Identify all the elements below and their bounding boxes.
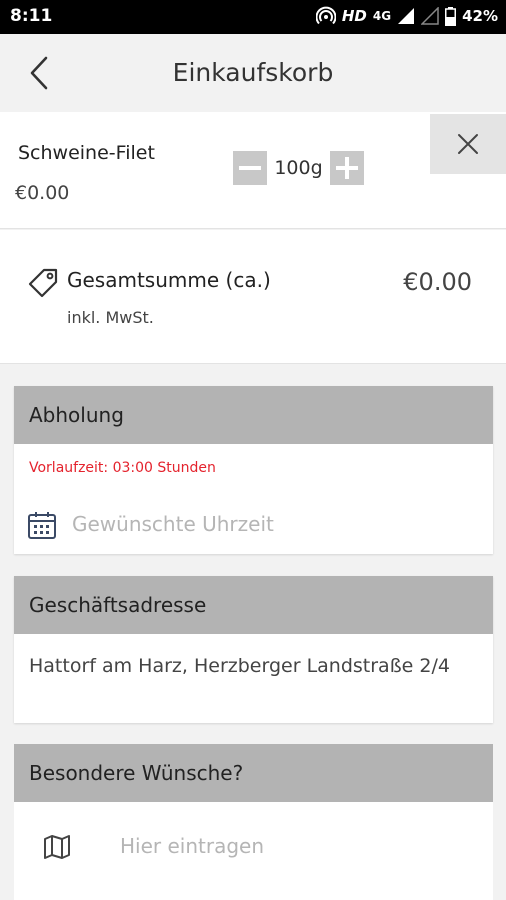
hotspot-icon: [315, 6, 336, 25]
page-title: Einkaufskorb: [172, 58, 334, 87]
total-value: €0.00: [403, 268, 472, 296]
special-requests-card: Besondere Wünsche? Hier eintragen: [14, 744, 493, 900]
remove-item-button[interactable]: [430, 114, 506, 174]
signal-icon: [398, 8, 415, 24]
address-header: Geschäftsadresse: [14, 576, 493, 634]
network-label: HD: [341, 7, 367, 25]
map-icon: [44, 835, 70, 859]
plus-icon-vertical: [345, 157, 349, 179]
battery-label: 42%: [462, 7, 498, 25]
special-requests-input[interactable]: Hier eintragen: [120, 834, 264, 858]
calendar-icon: [28, 512, 56, 539]
pickup-card: Abholung Vorlaufzeit: 03:00 Stunden Gewü…: [14, 386, 493, 554]
minus-icon: [239, 166, 261, 170]
store-address: Hattorf am Harz, Herzberger Landstraße 2…: [29, 655, 450, 677]
network-type-label: 4G: [372, 9, 392, 23]
decrease-button[interactable]: [233, 151, 267, 185]
increase-button[interactable]: [330, 151, 364, 185]
status-time: 8:11: [10, 6, 53, 26]
quantity-stepper: 100g: [233, 150, 364, 186]
address-card: Geschäftsadresse Hattorf am Harz, Herzbe…: [14, 576, 493, 723]
total-section: Gesamtsumme (ca.) inkl. MwSt. €0.00: [0, 230, 506, 364]
status-bar: 8:11 HD 4G 42%: [0, 0, 506, 34]
signal-empty-icon: [421, 7, 439, 25]
close-icon: [458, 134, 478, 154]
item-price: €0.00: [15, 182, 70, 204]
special-requests-header: Besondere Wünsche?: [14, 744, 493, 802]
status-icons: HD 4G 42%: [315, 6, 498, 26]
quantity-value: 100g: [274, 157, 323, 179]
item-name: Schweine-Filet: [18, 142, 155, 164]
app-bar: Einkaufskorb: [0, 34, 506, 112]
desired-time-input[interactable]: Gewünschte Uhrzeit: [72, 512, 274, 536]
battery-icon: [445, 6, 457, 26]
price-tag-icon: [28, 268, 58, 298]
lead-time-notice: Vorlaufzeit: 03:00 Stunden: [29, 460, 216, 476]
pickup-header: Abholung: [14, 386, 493, 444]
total-vat-note: inkl. MwSt.: [67, 308, 154, 327]
total-label: Gesamtsumme (ca.): [67, 268, 271, 292]
cart-item: Schweine-Filet €0.00 100g: [0, 112, 506, 229]
